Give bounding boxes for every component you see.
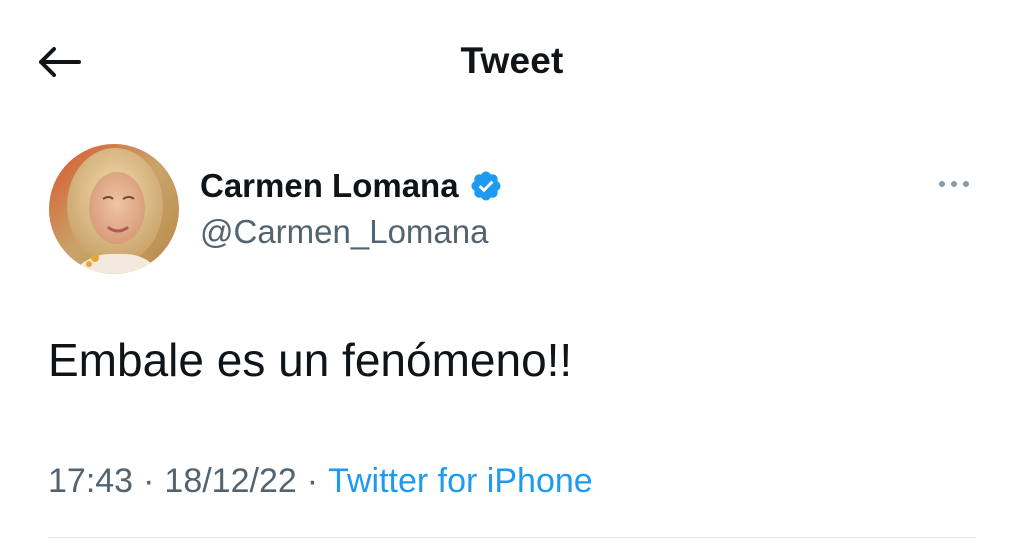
divider: [48, 537, 976, 538]
page-title: Tweet: [460, 40, 564, 81]
more-options-icon: [939, 181, 969, 187]
tweet-source-link[interactable]: Twitter for iPhone: [328, 462, 593, 500]
tweet-date[interactable]: 18/12/22: [164, 462, 296, 500]
tweet-time[interactable]: 17:43: [48, 462, 133, 500]
display-name[interactable]: Carmen Lomana: [200, 167, 459, 205]
tweet-metadata: 17:43 · 18/12/22 · Twitter for iPhone: [48, 462, 593, 501]
author-handle[interactable]: @Carmen_Lomana: [200, 213, 488, 251]
author-name-row[interactable]: Carmen Lomana: [200, 166, 503, 206]
meta-separator: ·: [306, 462, 319, 500]
avatar[interactable]: [49, 144, 179, 274]
tweet-text: Embale es un fenómeno!!: [48, 334, 573, 386]
verified-badge-icon: [471, 171, 501, 201]
tweet-detail-screen: Tweet Carmen Lomana @Carmen_Lomana Embal…: [0, 0, 1024, 554]
more-options-button[interactable]: [932, 172, 976, 196]
meta-separator: ·: [143, 462, 155, 500]
profile-photo: [49, 144, 179, 274]
